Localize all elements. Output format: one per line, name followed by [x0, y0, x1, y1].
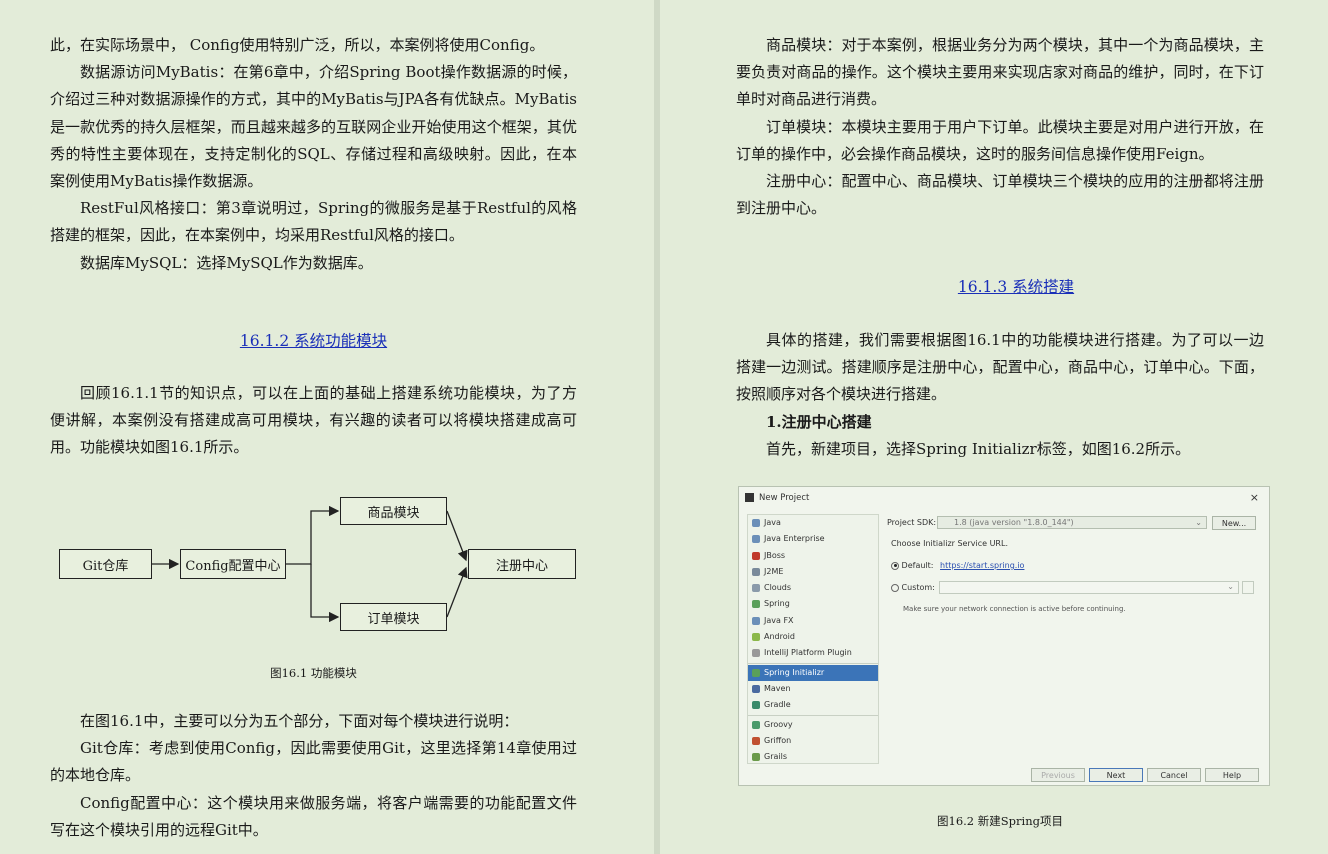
paragraph: 首先，新建项目，选择Spring Initializr标签，如图16.2所示。: [766, 439, 1191, 458]
default-url-link[interactable]: https://start.spring.io: [940, 561, 1024, 570]
git-repo-box: Git仓库: [59, 549, 152, 579]
spring-initializr-icon: [752, 668, 760, 677]
list-item[interactable]: Java Enterprise: [748, 531, 878, 547]
section-heading-wrap: 16.1.2 系统功能模块: [50, 328, 577, 355]
figure-caption: 图16.1 功能模块: [270, 666, 357, 680]
section-heading-wrap: 16.1.3 系统搭建: [736, 274, 1296, 301]
choose-url-label: Choose Initializr Service URL.: [891, 539, 1008, 548]
left-text-bottom: 在图16.1中，主要可以分为五个部分，下面对每个模块进行说明： Git仓库：考虑…: [50, 708, 577, 844]
spring-icon: [752, 600, 760, 609]
paragraph: 此，在实际场景中， Config使用特别广泛，所以，本案例将使用Config。: [50, 36, 545, 54]
custom-url-option[interactable]: Custom:: [891, 583, 935, 592]
grails-icon: [752, 753, 760, 762]
paragraph: 具体的搭建，我们需要根据图16.1中的功能模块进行搭建。为了可以一边搭建一边测试…: [736, 331, 1264, 404]
paragraph: RestFul风格接口：第3章说明过，Spring的微服务是基于Restful的…: [50, 199, 577, 245]
figure-caption: 图16.2 新建Spring项目: [937, 814, 1063, 828]
section-heading-link[interactable]: 16.1.3 系统搭建: [958, 278, 1074, 296]
clouds-icon: [752, 584, 760, 593]
j2me-icon: [752, 567, 760, 576]
browse-button[interactable]: [1242, 581, 1254, 594]
radio-icon[interactable]: [891, 561, 899, 570]
list-item[interactable]: Java FX: [748, 613, 878, 629]
list-item[interactable]: JBoss: [748, 548, 878, 564]
list-item[interactable]: Clouds: [748, 580, 878, 596]
plugin-icon: [752, 649, 760, 658]
gradle-icon: [752, 701, 760, 710]
radio-icon[interactable]: [891, 583, 899, 592]
paragraph: 数据源访问MyBatis：在第6章中，介绍Spring Boot操作数据源的时候…: [50, 63, 577, 191]
jboss-icon: [752, 551, 760, 560]
paragraph: 注册中心：配置中心、商品模块、订单模块三个模块的应用的注册都将注册到注册中心。: [736, 172, 1264, 218]
list-item[interactable]: J2ME: [748, 564, 878, 580]
product-module-box: 商品模块: [340, 497, 447, 525]
paragraph: 订单模块：本模块主要用于用户下订单。此模块主要是对用户进行开放，在订单的操作中，…: [736, 117, 1264, 163]
right-text-top: 商品模块：对于本案例，根据业务分为两个模块，其中一个为商品模块，主要负责对商品的…: [736, 32, 1264, 222]
java-icon: [752, 519, 760, 527]
paragraph: 在图16.1中，主要可以分为五个部分，下面对每个模块进行说明：: [80, 712, 519, 730]
android-icon: [752, 633, 760, 642]
right-text-mid: 具体的搭建，我们需要根据图16.1中的功能模块进行搭建。为了可以一边搭建一边测试…: [736, 327, 1264, 463]
custom-url-input[interactable]: ⌄: [939, 581, 1239, 594]
list-item[interactable]: Gradle: [748, 697, 878, 713]
sdk-select[interactable]: 1.8 (java version "1.8.0_144") ⌄: [937, 516, 1207, 529]
close-icon[interactable]: ×: [1250, 491, 1259, 504]
chevron-down-icon: ⌄: [1227, 582, 1234, 591]
chevron-down-icon: ⌄: [1195, 518, 1202, 527]
paragraph: 数据库MySQL：选择MySQL作为数据库。: [80, 253, 373, 272]
function-module-diagram: Git仓库 Config配置中心 商品模块 订单模块 注册中心: [55, 490, 585, 640]
network-note: Make sure your network connection is act…: [903, 605, 1126, 613]
project-type-list: Java Java Enterprise JBoss J2ME Clouds S…: [747, 514, 879, 764]
dialog-title: New Project: [759, 493, 810, 503]
next-button[interactable]: Next: [1089, 768, 1143, 782]
dialog-titlebar: New Project ×: [739, 487, 1269, 509]
order-module-box: 订单模块: [340, 603, 447, 631]
divider: [748, 662, 878, 664]
config-center-box: Config配置中心: [180, 549, 286, 579]
paragraph: Git仓库：考虑到使用Config，因此需要使用Git，这里选择第14章使用过的…: [50, 739, 577, 785]
paragraph: 商品模块：对于本案例，根据业务分为两个模块，其中一个为商品模块，主要负责对商品的…: [736, 36, 1264, 109]
maven-icon: [752, 684, 760, 693]
section-heading-link[interactable]: 16.1.2 系统功能模块: [240, 332, 387, 350]
list-item[interactable]: IntelliJ Platform Plugin: [748, 645, 878, 661]
app-icon: [745, 493, 754, 502]
list-item[interactable]: Maven: [748, 681, 878, 697]
new-sdk-button[interactable]: New...: [1212, 516, 1256, 530]
help-button[interactable]: Help: [1205, 768, 1259, 782]
divider: [748, 714, 878, 716]
new-project-dialog: New Project × Java Java Enterprise JBoss…: [738, 486, 1270, 786]
griffon-icon: [752, 736, 760, 745]
sdk-label: Project SDK:: [887, 518, 937, 527]
list-item[interactable]: Android: [748, 629, 878, 645]
paragraph: Config配置中心：这个模块用来做服务端，将客户端需要的功能配置文件写在这个模…: [50, 793, 577, 839]
groovy-icon: [752, 720, 760, 729]
list-item-selected[interactable]: Spring Initializr: [748, 664, 878, 681]
list-item[interactable]: Spring: [748, 596, 878, 612]
list-item[interactable]: Groovy: [748, 717, 878, 733]
previous-button[interactable]: Previous: [1031, 768, 1085, 782]
registry-center-box: 注册中心: [468, 549, 576, 579]
list-item[interactable]: Griffon: [748, 733, 878, 749]
left-intro: 回顾16.1.1节的知识点，可以在上面的基础上搭建系统功能模块，为了方便讲解，本…: [50, 380, 577, 462]
list-item[interactable]: Grails: [748, 749, 878, 763]
cancel-button[interactable]: Cancel: [1147, 768, 1201, 782]
list-item[interactable]: Java: [748, 515, 878, 531]
subheading: 1.注册中心搭建: [766, 412, 872, 431]
left-text-top: 此，在实际场景中， Config使用特别广泛，所以，本案例将使用Config。 …: [50, 32, 577, 277]
javafx-icon: [752, 616, 760, 625]
default-url-option[interactable]: Default: https://start.spring.io: [891, 561, 1024, 570]
java-enterprise-icon: [752, 535, 760, 544]
paragraph: 回顾16.1.1节的知识点，可以在上面的基础上搭建系统功能模块，为了方便讲解，本…: [50, 384, 577, 457]
